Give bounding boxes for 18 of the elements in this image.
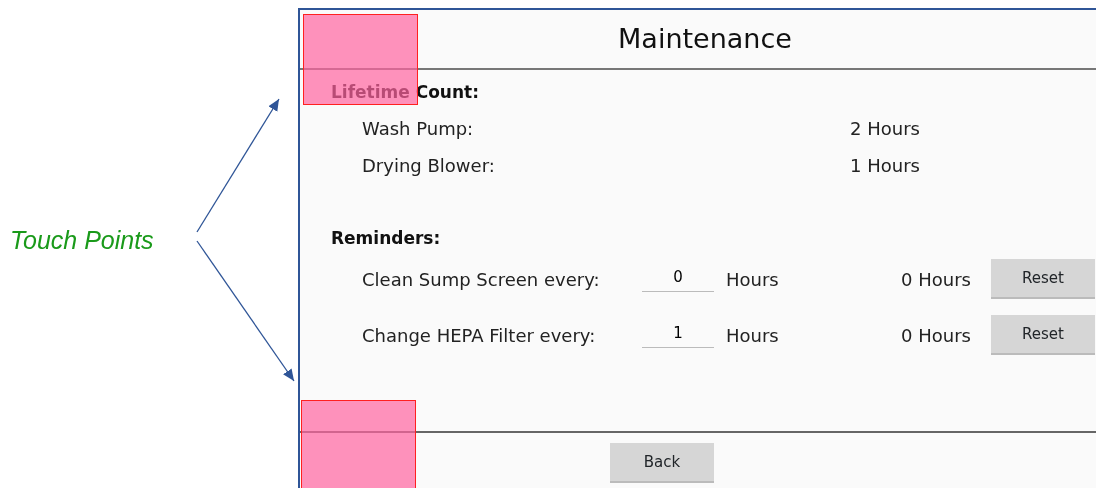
annotation-label: Touch Points <box>10 225 154 256</box>
unit-label: Hours <box>726 323 780 348</box>
reset-button[interactable]: Reset <box>991 315 1095 355</box>
back-button[interactable]: Back <box>610 443 714 483</box>
hours-input-field[interactable]: 1 <box>642 322 714 348</box>
reminder-label: Clean Sump Screen every: <box>362 267 601 292</box>
screen-title: Maintenance <box>618 21 792 56</box>
counter-value: 1 Hours <box>850 153 920 178</box>
elapsed-hours: 0 Hours <box>901 323 972 348</box>
section-heading: Reminders: <box>331 226 442 250</box>
reminder-label: Change HEPA Filter every: <box>362 323 597 348</box>
counter-label: Wash Pump: <box>362 116 475 141</box>
elapsed-hours: 0 Hours <box>901 267 972 292</box>
unit-label: Hours <box>726 267 780 292</box>
hours-input-field[interactable]: 0 <box>642 266 714 292</box>
counter-label: Drying Blower: <box>362 153 496 178</box>
reset-button[interactable]: Reset <box>991 259 1095 299</box>
counter-value: 2 Hours <box>850 116 920 141</box>
